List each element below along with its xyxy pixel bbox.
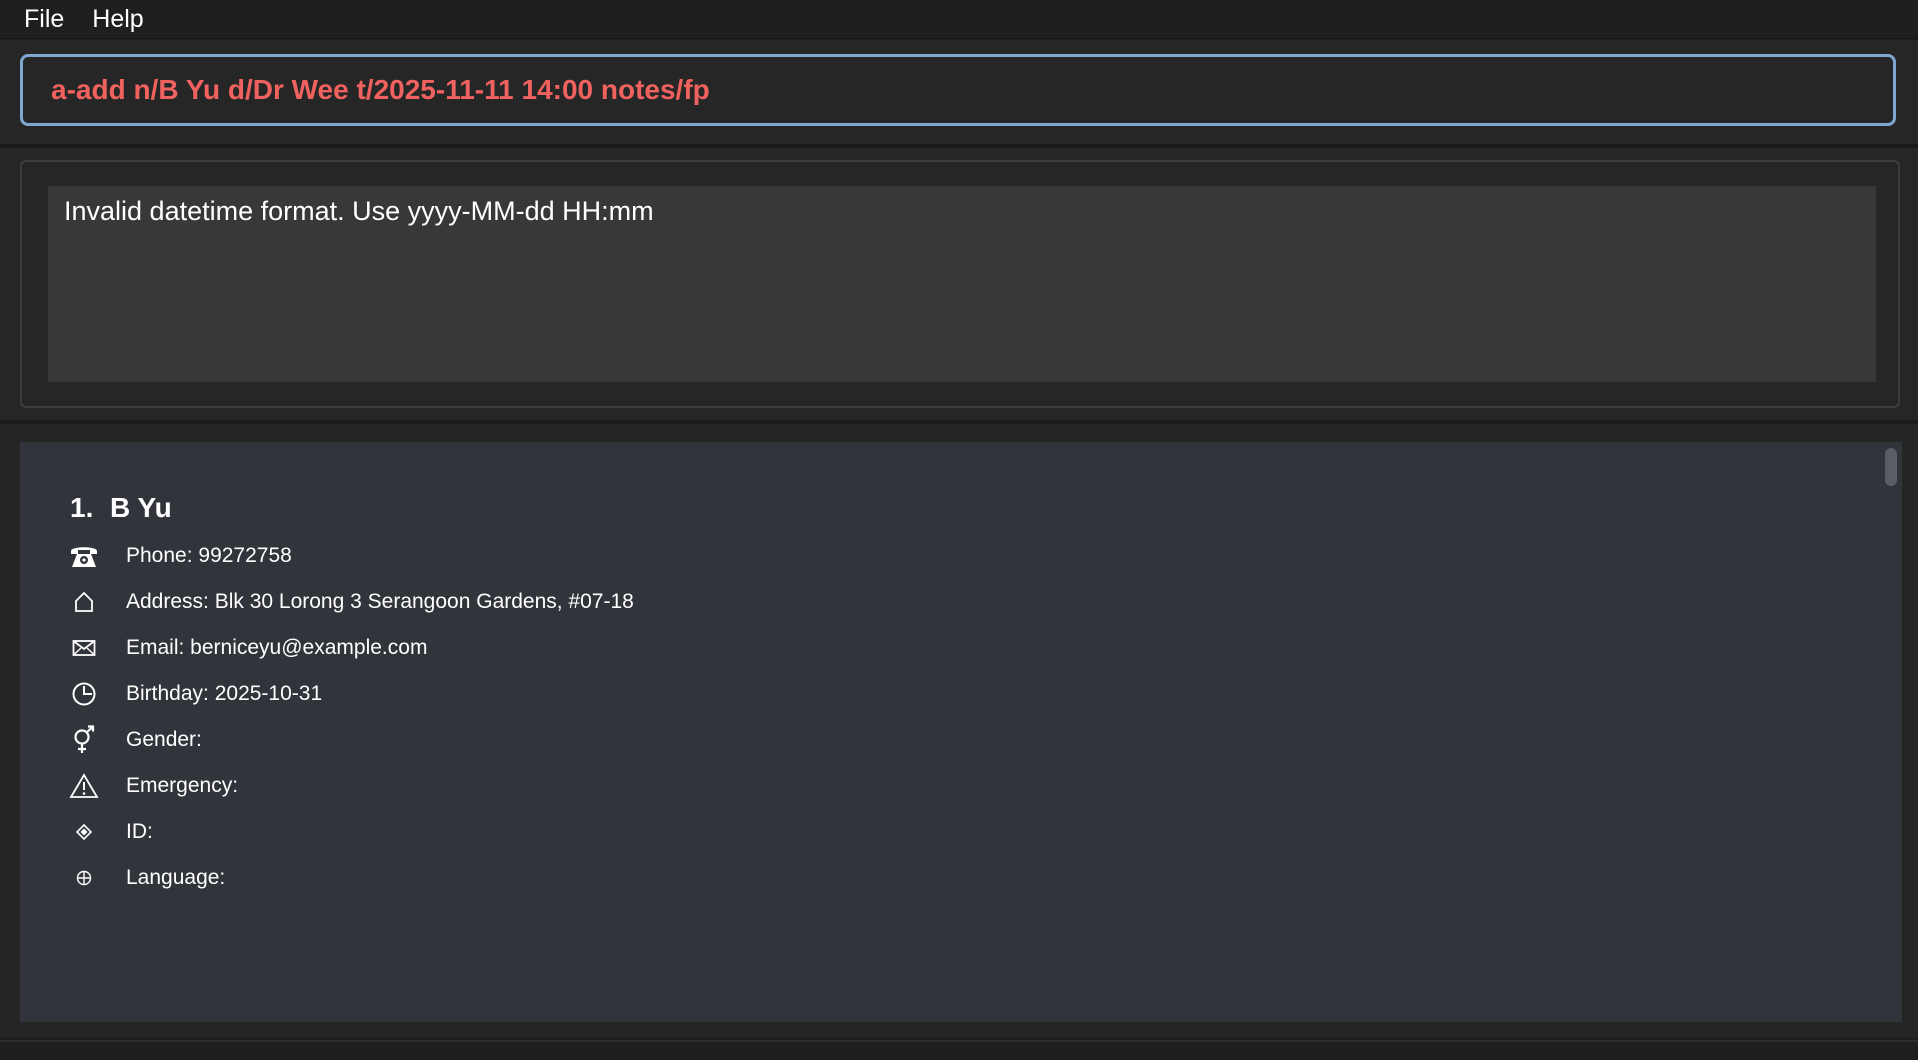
gender-row: Gender:: [68, 720, 202, 760]
id-text: ID:: [126, 820, 153, 843]
address-row: Address: Blk 30 Lorong 3 Serangoon Garde…: [68, 582, 634, 622]
person-name: B Yu: [110, 492, 172, 523]
menu-help[interactable]: Help: [76, 0, 155, 38]
gender-text: Gender:: [126, 728, 202, 751]
result-display[interactable]: Invalid datetime format. Use yyyy-MM-dd …: [48, 186, 1876, 382]
home-icon: [68, 590, 100, 614]
id-row: ID:: [68, 812, 153, 852]
language-row: Language:: [68, 858, 225, 898]
result-section: Invalid datetime format. Use yyyy-MM-dd …: [0, 148, 1918, 423]
warning-icon: [68, 773, 100, 799]
person-index: 1.: [70, 492, 94, 523]
menu-bar: File Help: [0, 0, 1918, 39]
result-message: Invalid datetime format. Use yyyy-MM-dd …: [64, 196, 654, 226]
email-text: Email: berniceyu@example.com: [126, 636, 428, 659]
phone-row: Phone: 99272758: [68, 536, 292, 576]
birthday-text: Birthday: 2025-10-31: [126, 682, 323, 705]
clock-icon: [68, 681, 100, 707]
command-section: a-add n/B Yu d/Dr Wee t/2025-11-11 14:00…: [0, 40, 1918, 147]
diamond-icon: [68, 823, 100, 841]
address-text: Address: Blk 30 Lorong 3 Serangoon Garde…: [126, 590, 634, 613]
status-bar: [0, 1040, 1918, 1060]
person-card-header: 1. B Yu: [70, 492, 172, 524]
phone-icon: [68, 543, 100, 569]
email-row: Email: berniceyu@example.com: [68, 628, 427, 668]
list-scrollbar[interactable]: [1880, 442, 1902, 1022]
globe-icon: [68, 869, 100, 887]
result-frame: Invalid datetime format. Use yyyy-MM-dd …: [20, 160, 1900, 408]
command-input[interactable]: a-add n/B Yu d/Dr Wee t/2025-11-11 14:00…: [20, 54, 1896, 126]
command-text[interactable]: a-add n/B Yu d/Dr Wee t/2025-11-11 14:00…: [23, 74, 710, 106]
gender-icon: [68, 725, 100, 755]
person-list-section: 1. B Yu Phone: 99272758 Address: Blk 30 …: [0, 424, 1918, 1038]
emergency-row: Emergency:: [68, 766, 238, 806]
birthday-row: Birthday: 2025-10-31: [68, 674, 322, 714]
envelope-icon: [68, 639, 100, 657]
menu-file[interactable]: File: [12, 0, 76, 38]
language-text: Language:: [126, 866, 226, 889]
person-card[interactable]: 1. B Yu Phone: 99272758 Address: Blk 30 …: [20, 442, 1880, 1022]
emergency-text: Emergency:: [126, 774, 239, 797]
scrollbar-thumb[interactable]: [1885, 448, 1897, 486]
phone-text: Phone: 99272758: [126, 544, 292, 567]
